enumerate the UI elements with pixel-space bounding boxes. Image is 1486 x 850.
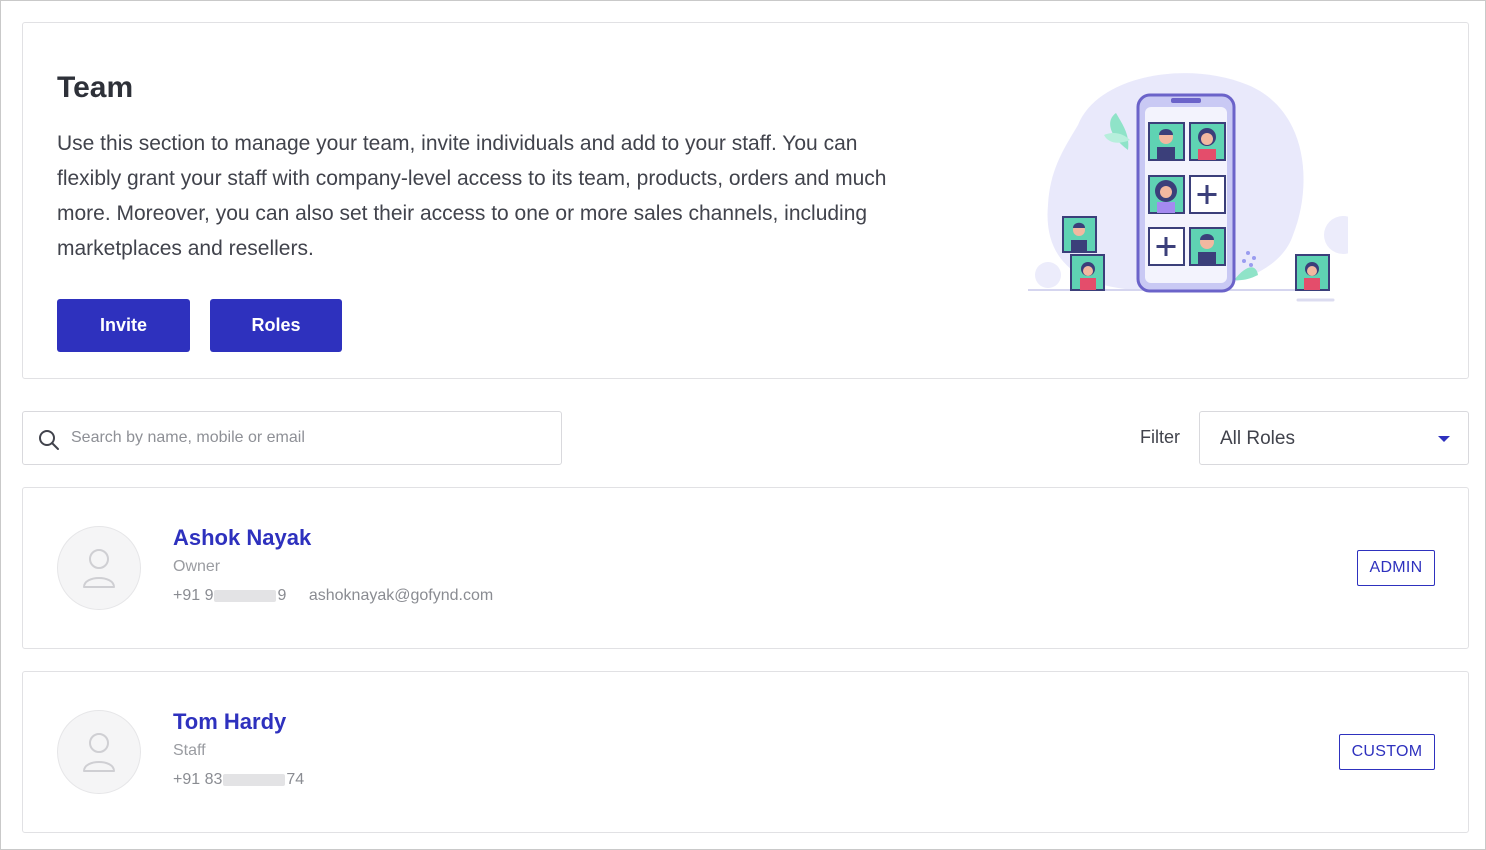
team-header-card: Team Use this section to manage your tea… xyxy=(22,22,1469,379)
member-phone-suffix: 9 xyxy=(277,587,287,604)
search-icon xyxy=(39,430,59,450)
team-illustration xyxy=(1028,73,1348,302)
search-input[interactable] xyxy=(71,412,551,464)
role-filter-select[interactable]: All Roles xyxy=(1199,411,1469,465)
user-icon xyxy=(83,549,115,588)
member-name[interactable]: Tom Hardy xyxy=(173,709,286,735)
member-contact: +91 83 74 xyxy=(173,771,304,789)
page-frame: Team Use this section to manage your tea… xyxy=(0,0,1486,850)
avatar xyxy=(57,710,141,794)
member-card: Tom Hardy Staff +91 83 74 CUSTOM xyxy=(22,671,1469,833)
filter-label: Filter xyxy=(1140,427,1180,447)
redacted-phone xyxy=(223,773,286,786)
member-phone-prefix: +91 83 xyxy=(173,771,223,788)
member-phone-suffix: 74 xyxy=(286,771,305,788)
member-email: ashoknayak@gofynd.com xyxy=(308,587,494,604)
page-title: Team xyxy=(57,71,134,104)
role-badge: ADMIN xyxy=(1357,550,1435,586)
roles-button[interactable]: Roles xyxy=(210,299,342,352)
redacted-phone xyxy=(214,589,277,602)
role-filter-value: All Roles xyxy=(1220,428,1295,449)
avatar xyxy=(57,526,141,610)
search-box[interactable] xyxy=(22,411,562,465)
member-role: Owner xyxy=(173,558,221,575)
member-contact: +91 9 9 ashoknayak@gofynd.com xyxy=(173,587,493,605)
invite-button[interactable]: Invite xyxy=(57,299,190,352)
page-description: Use this section to manage your team, in… xyxy=(57,132,887,260)
member-phone-prefix: +91 9 xyxy=(173,587,214,604)
chevron-down-icon xyxy=(1438,436,1450,442)
member-role: Staff xyxy=(173,742,206,759)
member-card: Ashok Nayak Owner +91 9 9 ashoknayak@gofy… xyxy=(22,487,1469,649)
role-badge: CUSTOM xyxy=(1339,734,1435,770)
user-icon xyxy=(83,733,115,772)
member-name[interactable]: Ashok Nayak xyxy=(173,525,311,551)
